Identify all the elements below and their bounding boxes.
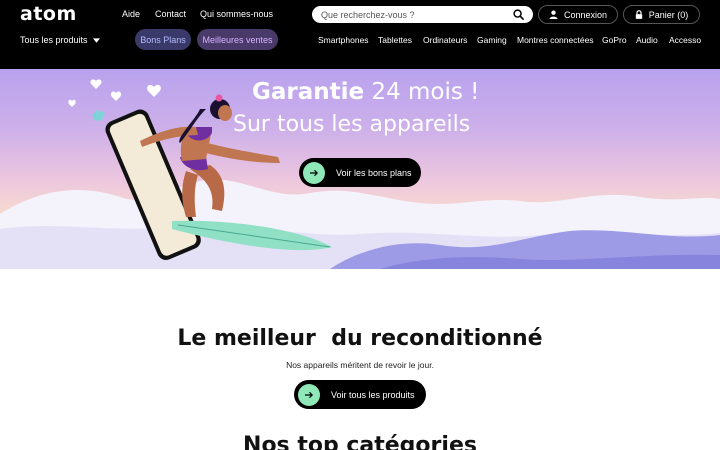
search-icon[interactable] [513, 9, 524, 20]
best-title-pre: Le [177, 326, 214, 351]
best-section-title: Le meilleur du reconditionné [0, 326, 720, 351]
cta-all-products-label: Voir tous les produits [331, 389, 415, 400]
nav-smartphones[interactable]: Smartphones [318, 35, 369, 45]
top-cat-title-pre: Nos [243, 433, 298, 450]
nav-audio[interactable]: Audio [636, 35, 658, 45]
hero-title-rest: 24 mois ! [364, 79, 480, 105]
tag-bons-plans[interactable]: Bons Plans [135, 29, 191, 50]
link-contact[interactable]: Contact [155, 9, 186, 19]
top-cat-title-bold: top [297, 433, 339, 450]
hero-title-bold: Garantie [252, 79, 365, 105]
login-label: Connexion [563, 9, 608, 20]
site-header: atom Aide Contact Qui sommes-nous Connex… [0, 0, 720, 69]
nav-gaming[interactable]: Gaming [477, 35, 507, 45]
hero-subtitle: Sur tous les appareils [233, 112, 471, 137]
cart-label: Panier (0) [648, 9, 689, 20]
all-products-label: Tous les produits [20, 35, 88, 45]
search-bar [312, 6, 533, 23]
top-cat-title-post: catégories [338, 433, 477, 450]
hero-banner[interactable]: Garantie 24 mois ! Sur tous les appareil… [0, 69, 720, 269]
hero-title: Garantie 24 mois ! [252, 79, 479, 105]
logo[interactable]: atom [20, 3, 77, 25]
arrow-right-icon [303, 161, 325, 184]
link-aide[interactable]: Aide [122, 9, 140, 19]
search-input[interactable] [321, 8, 501, 21]
tag-meilleures-ventes[interactable]: Meilleures ventes [197, 29, 278, 50]
nav-accessoires[interactable]: Accesso [669, 35, 701, 45]
lock-icon [635, 10, 642, 19]
best-section-subtitle: Nos appareils méritent de revoir le jour… [286, 360, 434, 370]
all-products-dropdown[interactable]: Tous les produits [20, 35, 100, 45]
chevron-down-icon [92, 37, 100, 43]
nav-gopro[interactable]: GoPro [602, 35, 627, 45]
top-categories-title: Nos top catégories [0, 433, 720, 450]
cta-bons-plans-button[interactable]: Voir les bons plans [299, 158, 421, 187]
cart-button[interactable]: Panier (0) [623, 5, 700, 24]
best-title-bold: meilleur [214, 326, 316, 351]
nav-montres-connectees[interactable]: Montres connectées [517, 35, 594, 45]
cta-bons-plans-label: Voir les bons plans [336, 167, 412, 178]
user-icon [549, 10, 558, 19]
link-qui-sommes-nous[interactable]: Qui sommes-nous [200, 9, 273, 19]
arrow-right-icon [298, 383, 320, 406]
nav-ordinateurs[interactable]: Ordinateurs [423, 35, 467, 45]
cta-all-products-button[interactable]: Voir tous les produits [294, 380, 426, 409]
login-button[interactable]: Connexion [538, 5, 618, 24]
nav-tablettes[interactable]: Tablettes [378, 35, 412, 45]
best-title-post: du reconditionné [315, 326, 543, 351]
